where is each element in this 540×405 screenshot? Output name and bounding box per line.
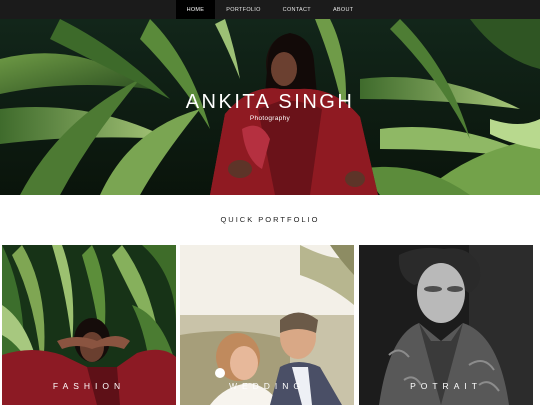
portfolio-heading: QUICK PORTFOLIO — [220, 215, 320, 224]
portfolio-card-portrait[interactable]: POTRAIT — [359, 245, 533, 405]
card-label-portrait: POTRAIT — [410, 381, 482, 391]
portfolio-card-fashion[interactable]: FASHION — [2, 245, 176, 405]
nav-home-link[interactable]: HOME — [175, 0, 216, 19]
hero-subtitle: Photography — [249, 115, 291, 122]
nav-contact-link[interactable]: CONTACT — [272, 0, 322, 19]
nav-about-link[interactable]: ABOUT — [322, 0, 364, 19]
card-label-fashion: FASHION — [52, 381, 126, 391]
hero-title: ANKITA SINGH — [185, 91, 355, 113]
nav-portfolio-link[interactable]: PORTFOLIO — [215, 0, 271, 19]
portfolio-card-wedding[interactable]: WEDDING — [180, 245, 354, 405]
hero-banner: ANKITA SINGH Photography — [0, 19, 540, 195]
card-label-wedding: WEDDING — [228, 381, 306, 391]
top-navigation: HOME PORTFOLIO CONTACT ABOUT — [0, 0, 540, 19]
